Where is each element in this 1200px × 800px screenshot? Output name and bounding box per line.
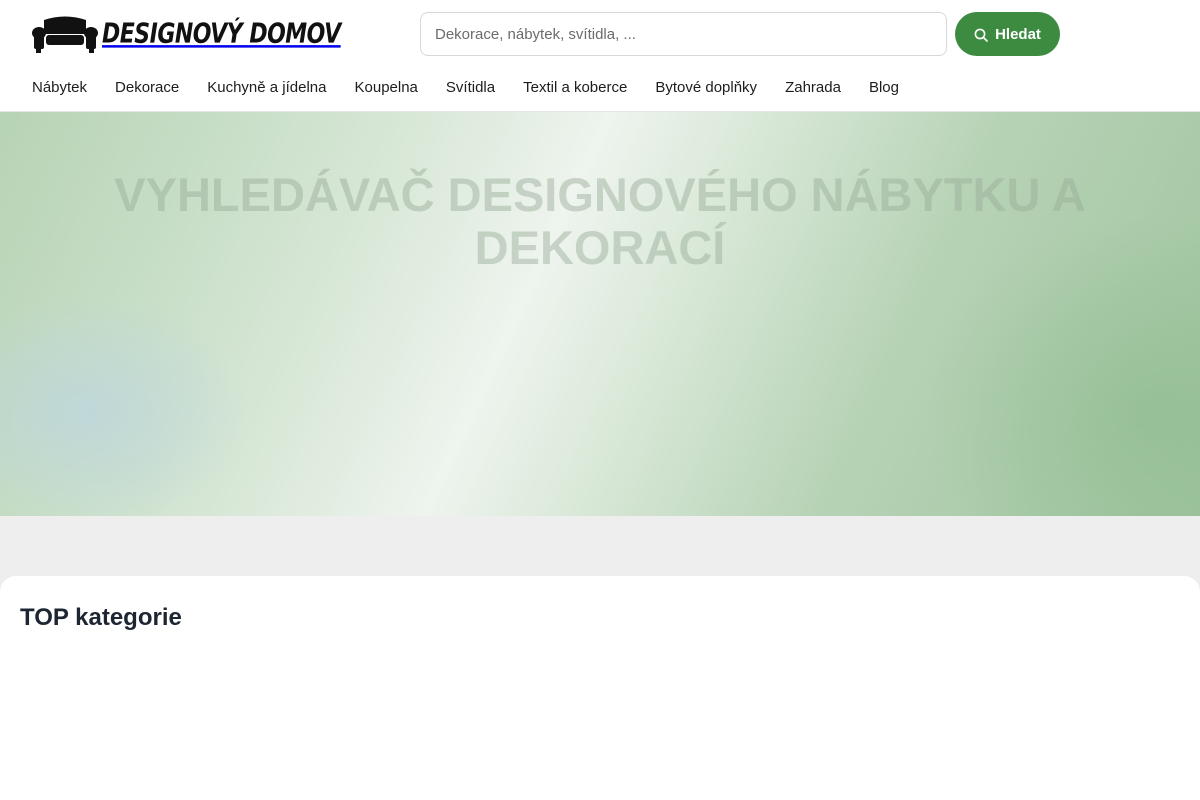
search-button[interactable]: Hledat: [955, 12, 1060, 56]
sofa-icon: [32, 16, 98, 53]
search-box: [420, 12, 947, 56]
site-logo[interactable]: DESIGNOVÝ DOMOV: [32, 14, 341, 54]
top-categories-section: TOP kategorie: [0, 576, 1200, 800]
nav-item-zahrada[interactable]: Zahrada: [785, 78, 841, 98]
search-icon: [974, 28, 988, 42]
search-input[interactable]: [421, 13, 946, 55]
nav-item-blog[interactable]: Blog: [869, 78, 899, 98]
nav-item-bytove-doplnky[interactable]: Bytové doplňky: [655, 78, 757, 98]
main-nav: Nábytek Dekorace Kuchyně a jídelna Koupe…: [32, 78, 899, 98]
hero-title: Vyhledávač designového nábytku a dekorac…: [114, 168, 1086, 274]
nav-item-dekorace[interactable]: Dekorace: [115, 78, 179, 98]
site-header: DESIGNOVÝ DOMOV Hledat Nábytek Dekorace …: [0, 0, 1200, 112]
nav-item-textil-a-koberce[interactable]: Textil a koberce: [523, 78, 627, 98]
nav-item-koupelna[interactable]: Koupelna: [355, 78, 418, 98]
nav-item-nabytek[interactable]: Nábytek: [32, 78, 87, 98]
hero-banner: Vyhledávač designového nábytku a dekorac…: [0, 112, 1200, 516]
nav-item-kuchyne-a-jidelna[interactable]: Kuchyně a jídelna: [207, 78, 326, 98]
nav-item-svitidla[interactable]: Svítidla: [446, 78, 495, 98]
top-categories-heading: TOP kategorie: [20, 604, 182, 631]
brand-name: DESIGNOVÝ DOMOV: [102, 18, 341, 50]
search-button-label: Hledat: [995, 25, 1041, 43]
